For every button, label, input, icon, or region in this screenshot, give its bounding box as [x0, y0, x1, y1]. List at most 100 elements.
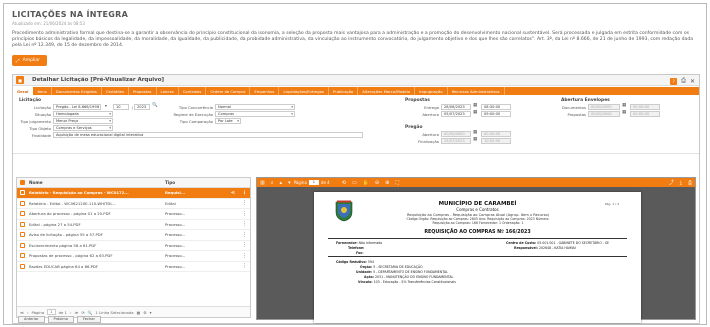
open-file-icon[interactable]: ⤴ — [669, 179, 674, 186]
next-button[interactable]: Próximo — [47, 316, 74, 323]
tab-documentos-exigidos[interactable]: Documentos Exigidos — [52, 87, 102, 95]
table-row[interactable]: Edital - página 27 a 54.PDF Processo... … — [17, 220, 250, 230]
regime-execucao-select[interactable]: Compras ▾ — [215, 111, 295, 117]
select-all-checkbox[interactable] — [20, 180, 25, 185]
calendar-icon[interactable]: ▦ — [622, 110, 626, 115]
row-menu-icon[interactable]: ⋮ — [215, 263, 247, 269]
tab-liquidacoes[interactable]: Liquidações/Entregas — [279, 87, 329, 95]
tab-ordem-de-compra[interactable]: Ordem de Compra — [206, 87, 251, 95]
table-row[interactable]: Razões EDUCAB página 64 a 66.PDF Process… — [17, 262, 250, 272]
zoom-in-icon[interactable]: ⊕ — [385, 180, 389, 186]
previous-button[interactable]: Anterior — [18, 316, 45, 323]
pregao-finalizacao-time[interactable]: 10:02:00 — [481, 138, 511, 144]
tab-alteracoes[interactable]: Alterações Marco/Modelo — [358, 87, 416, 95]
row-menu-icon[interactable]: ⋮ — [215, 200, 247, 206]
row-checkbox[interactable] — [20, 211, 25, 217]
entrega-time-field[interactable]: 08:30:00 — [481, 104, 511, 110]
abertura-date-field[interactable]: 05/07/2023 — [441, 111, 471, 117]
prev-page-icon[interactable]: ‹ — [27, 310, 29, 315]
row-checkbox[interactable] — [20, 263, 25, 269]
ano-field[interactable]: 2023 — [134, 104, 150, 110]
search-icon[interactable]: 🔍 — [88, 310, 93, 315]
table-row[interactable]: Propostas de processo - página 62 a 63.P… — [17, 251, 250, 262]
row-checkbox[interactable] — [20, 200, 25, 206]
tab-certidoes[interactable]: Certidões — [102, 87, 129, 95]
documentos-time-field[interactable]: 00:00:00 — [630, 104, 660, 110]
row-checkbox[interactable] — [20, 253, 25, 259]
row-menu-icon[interactable]: ⋮ — [215, 232, 247, 238]
viewer-page-input[interactable]: 1 — [308, 180, 319, 185]
finalidade-field[interactable]: Aquisição de mesa educacional digital in… — [53, 132, 363, 138]
pregao-finalizacao-date[interactable]: 25/07/2023 — [441, 138, 471, 144]
row-checkbox[interactable] — [20, 242, 25, 248]
col-type-header[interactable]: Tipo — [165, 180, 215, 185]
tab-lances[interactable]: Lances — [157, 87, 179, 95]
refresh-icon[interactable]: ⟳ — [81, 310, 84, 315]
row-menu-icon[interactable]: ⋮ — [215, 253, 247, 259]
col-name-header[interactable]: Nome — [29, 180, 165, 185]
tipo-objeto-select[interactable]: Compras e Serviços ▾ — [53, 125, 113, 131]
search-icon[interactable]: 🔍 — [152, 103, 158, 108]
row-menu-icon[interactable]: ⋮ — [215, 221, 247, 227]
tab-itens[interactable]: Itens — [33, 87, 52, 95]
tab-geral[interactable]: Geral — [13, 87, 34, 95]
search-icon[interactable]: ⌕ — [271, 180, 274, 186]
download-icon[interactable]: ⤓ — [680, 180, 682, 186]
situacao-select[interactable]: Homologada ▾ — [53, 111, 113, 117]
entrega-date-field[interactable]: 28/06/2023 — [441, 104, 471, 110]
chevron-up-icon[interactable]: ▴ — [280, 180, 283, 186]
row-menu-icon[interactable]: ⋮ — [215, 242, 247, 248]
expand-button[interactable]: ⤢ Ampliar — [12, 55, 47, 66]
abertura-time-field[interactable]: 09:00:00 — [481, 111, 511, 117]
next-page-icon[interactable]: › — [70, 310, 72, 315]
row-checkbox[interactable] — [20, 232, 25, 238]
chevron-down-icon[interactable]: ▾ — [150, 310, 152, 315]
tab-publicacao[interactable]: Publicação — [329, 87, 359, 95]
propostas-env-time-field[interactable]: 00:00:00 — [630, 111, 660, 117]
grid-icon[interactable]: ▦ — [137, 310, 141, 315]
hand-tool-icon[interactable]: ✋ — [363, 180, 369, 186]
licitacao-select[interactable]: Pregão - Lei 8.666/1993 ▾ — [53, 104, 101, 110]
row-menu-icon[interactable]: ⋮ — [235, 190, 247, 196]
calendar-icon[interactable]: ▦ — [622, 103, 626, 108]
fit-page-icon[interactable]: ▭ — [352, 180, 357, 186]
table-row[interactable]: Esclarecimento página 58 a 61.PDF Proces… — [17, 241, 250, 251]
zoom-out-icon[interactable]: ⊖ — [375, 180, 379, 186]
last-page-icon[interactable]: ≫ — [75, 310, 79, 315]
tipo-comparacao-select[interactable]: Por Lote ▾ — [215, 118, 241, 124]
help-icon[interactable]: ? — [670, 77, 678, 85]
tab-contratos[interactable]: Contratos — [179, 87, 207, 95]
propostas-env-date-field[interactable]: 00/00/0000 — [588, 111, 620, 117]
tipo-concorrencia-select[interactable]: Normal ▾ — [215, 104, 295, 110]
tab-empenhos[interactable]: Empenhos — [250, 87, 280, 95]
calendar-icon[interactable]: ▦ — [473, 103, 477, 108]
calendar-icon[interactable]: ▦ — [473, 130, 477, 135]
chevron-down-icon[interactable]: ▾ — [288, 180, 291, 186]
share-icon[interactable]: ⋖ — [215, 190, 235, 196]
print-icon[interactable]: ⎙ — [688, 180, 692, 186]
close-button[interactable]: Fechar — [76, 316, 101, 323]
close-icon[interactable]: ✕ — [690, 78, 695, 85]
licitacao-select-arrow[interactable]: ▾ — [103, 104, 111, 110]
tipo-julgamento-select[interactable]: Menor Preço ▾ — [53, 118, 113, 124]
settings-icon[interactable]: ⚙ — [143, 310, 146, 315]
sidebar-toggle-icon[interactable]: ▥ — [260, 180, 265, 186]
tab-impugnacao[interactable]: Impugnação — [415, 87, 448, 95]
first-page-icon[interactable]: ≪ — [20, 310, 24, 315]
numero-field[interactable]: 10 — [113, 104, 129, 110]
table-row[interactable]: Abertura do processo - página 01 a 20.PD… — [17, 209, 250, 220]
table-row[interactable]: Relatório - Requisição ao Compras - WC01… — [17, 188, 250, 199]
tab-propostas[interactable]: Propostas — [129, 87, 157, 95]
row-checkbox[interactable] — [20, 221, 25, 227]
fullscreen-icon[interactable]: ⛶ — [395, 180, 399, 186]
page-input[interactable]: 1 — [47, 309, 56, 315]
rotate-icon[interactable]: ⟲ — [342, 180, 346, 186]
documentos-date-field[interactable]: 00/00/0000 — [588, 104, 620, 110]
tab-recursos[interactable]: Recursos Administrativos — [448, 87, 505, 95]
calendar-icon[interactable]: ▦ — [473, 110, 477, 115]
print-icon[interactable]: ⎙ — [681, 77, 686, 85]
row-checkbox[interactable] — [20, 190, 25, 196]
calendar-icon[interactable]: ▦ — [473, 137, 477, 142]
row-menu-icon[interactable]: ⋮ — [215, 211, 247, 217]
table-row[interactable]: Aviso de licitação - página 55 a 57.PDF … — [17, 230, 250, 241]
